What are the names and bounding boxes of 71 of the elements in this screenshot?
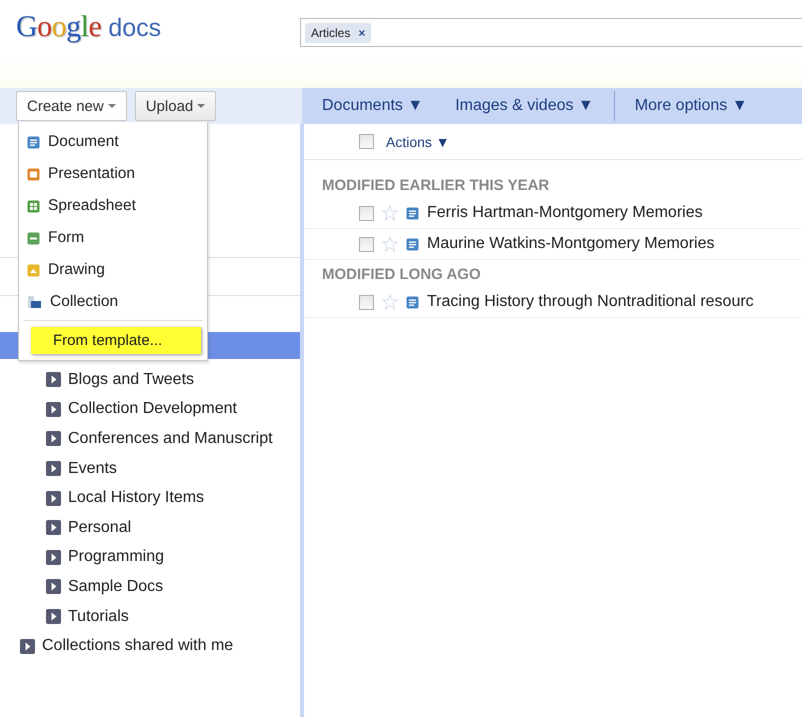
expand-icon[interactable] (46, 490, 61, 506)
menu-item-label: Document (48, 133, 119, 151)
document-title[interactable]: Maurine Watkins-Montgomery Memories (427, 235, 714, 253)
document-icon (27, 136, 40, 148)
row-checkbox[interactable] (359, 294, 374, 310)
folder-label[interactable]: Conferences and Manuscript (68, 430, 273, 448)
drawing-icon (27, 264, 40, 276)
document-icon (406, 206, 419, 220)
expand-icon[interactable] (46, 609, 61, 624)
menu-item-label: Spreadsheet (48, 197, 136, 215)
folder-icon (27, 295, 42, 309)
template-menu-item[interactable]: From template... (31, 327, 201, 354)
chip-label: Articles (311, 26, 350, 40)
menu-item[interactable]: Form (19, 222, 207, 254)
form-icon (27, 232, 40, 244)
document-icon (406, 296, 419, 308)
presentation-icon (27, 168, 40, 180)
folder-label[interactable]: Collection Development (68, 400, 237, 418)
menu-item-label: Presentation (48, 165, 136, 183)
star-icon[interactable] (382, 236, 398, 252)
search-field[interactable]: Articles × (300, 18, 802, 47)
group-heading: MODIFIED EARLIER THIS YEAR (321, 176, 550, 196)
filter-menu[interactable]: Images & videos ▼ (455, 97, 594, 115)
product-name: docs (108, 14, 162, 43)
caret-icon (197, 104, 206, 108)
document-row[interactable]: Ferris Hartman-Montgomery Memories (304, 198, 802, 229)
folder-label[interactable]: Events (68, 460, 117, 478)
brand-logo: Google (16, 10, 102, 44)
menu-item-label: Form (48, 229, 84, 247)
folder-label[interactable]: Programming (68, 548, 164, 566)
row-checkbox[interactable] (359, 206, 374, 220)
expand-icon[interactable] (46, 431, 61, 446)
remove-chip-button[interactable]: × (358, 26, 366, 40)
actions-menu[interactable]: Actions ▼ (386, 134, 450, 150)
filter-menu[interactable]: More options ▼ (634, 97, 748, 115)
caret-icon (108, 104, 116, 108)
group-heading: MODIFIED LONG AGO (321, 265, 482, 285)
menu-item-label: Drawing (48, 261, 105, 279)
folder-label[interactable]: Personal (68, 518, 132, 537)
menu-item[interactable]: Spreadsheet (19, 190, 207, 222)
folder-label[interactable]: Collections shared with me (42, 637, 234, 656)
menu-item[interactable]: Document (19, 126, 207, 158)
create-new-button[interactable]: Create new (16, 91, 127, 121)
folder-label[interactable]: Tutorials (68, 608, 129, 626)
star-icon[interactable] (382, 205, 398, 221)
menu-item-label: Collection (50, 293, 118, 311)
document-row[interactable]: Tracing History through Nontraditional resourc (304, 287, 802, 318)
document-row[interactable]: Maurine Watkins-Montgomery Memories (304, 229, 802, 260)
menu-item[interactable]: Drawing (19, 254, 207, 286)
select-all-checkbox[interactable] (359, 134, 374, 149)
expand-icon[interactable] (20, 638, 35, 654)
spreadsheet-icon (27, 200, 40, 212)
expand-icon[interactable] (46, 520, 61, 536)
folder-label[interactable]: Local History Items (68, 489, 204, 508)
search-chip[interactable]: Articles × (305, 22, 372, 42)
folder-label[interactable]: Blogs and Tweets (68, 370, 194, 389)
expand-icon[interactable] (46, 550, 61, 565)
folder-label[interactable]: Sample Docs (68, 578, 164, 596)
menu-item[interactable]: Presentation (19, 158, 207, 190)
expand-icon[interactable] (46, 579, 61, 594)
upload-button[interactable]: Upload (134, 91, 216, 121)
expand-icon[interactable] (46, 461, 61, 476)
star-icon[interactable] (382, 294, 398, 310)
document-icon (406, 238, 419, 250)
expand-icon[interactable] (46, 402, 61, 417)
filter-menu[interactable]: Documents ▼ (322, 97, 424, 115)
menu-item[interactable]: Collection (19, 286, 207, 318)
document-title[interactable]: Tracing History through Nontraditional resourc (427, 293, 754, 311)
row-checkbox[interactable] (359, 236, 374, 252)
expand-icon[interactable] (46, 372, 61, 388)
document-title[interactable]: Ferris Hartman-Montgomery Memories (427, 204, 703, 222)
